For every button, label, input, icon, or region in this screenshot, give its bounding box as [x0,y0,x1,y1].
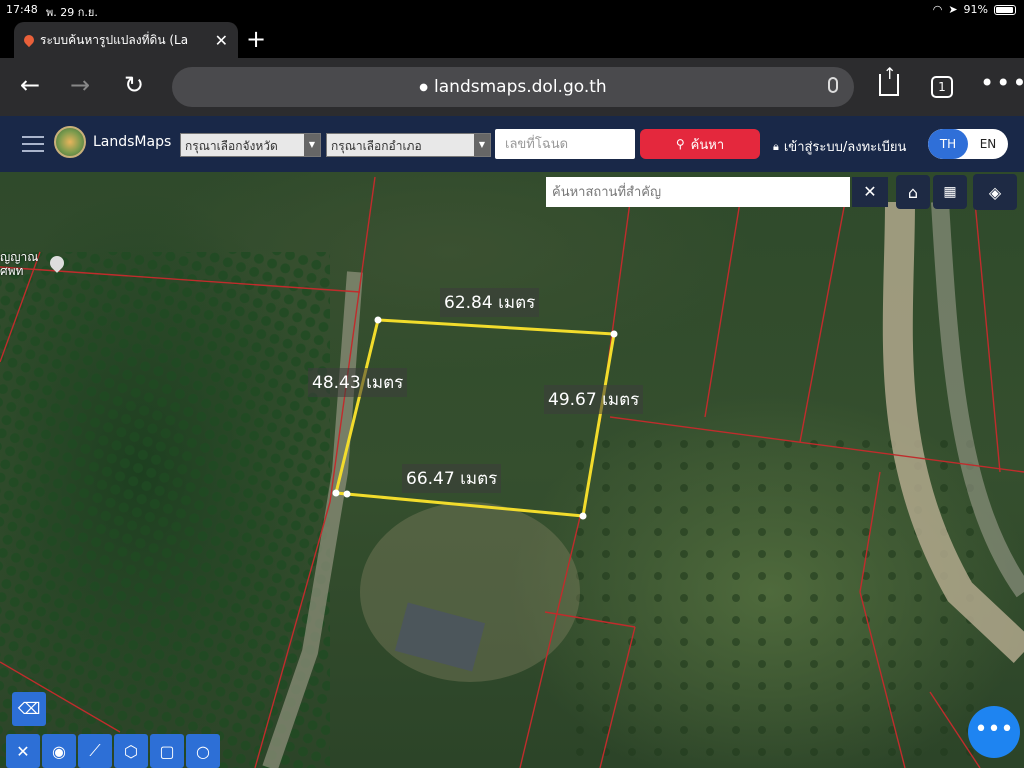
back-icon[interactable]: ← [20,70,40,100]
battery-percent: 91% [963,3,988,16]
location-icon: ➤ [948,3,958,16]
lock-icon: ● [419,81,429,93]
more-options-icon[interactable]: ••• [980,68,1024,98]
province-select[interactable]: กรุณาเลือกจังหวัด ▼ [180,133,321,157]
eraser-tool-icon[interactable]: ⌫ [12,692,46,726]
marker-tool-icon[interactable]: ◉ [42,734,76,768]
layers-icon[interactable]: ◈ [973,174,1017,210]
measure-bottom: 66.47 เมตร [402,464,502,493]
chevron-down-icon: ▼ [474,134,490,156]
parcel-vertex [374,316,382,324]
app-header: LandsMaps กรุณาเลือกจังหวัด ▼ กรุณาเลือก… [0,116,1024,172]
boundary-15 [974,201,1001,473]
measure-top: 62.84 เมตร [440,288,540,317]
clear-tool-icon[interactable]: ✕ [6,734,40,768]
parcel-vertex [343,490,351,498]
browser-toolbar: ← → ↻ ● landsmaps.dol.go.th 1 ••• [0,58,1024,116]
drawing-toolbar: ✕ ◉ ⟋ ⬡ ▢ ○ [6,734,220,768]
boundary-6 [704,201,741,418]
province-select-value: กรุณาเลือกจังหวัด [185,139,278,153]
date: พ. 29 ก.ย. [46,6,98,19]
reload-icon[interactable]: ↻ [124,70,144,100]
login-label: เข้าสู่ระบบ/ลงทะเบียน [783,140,907,155]
measure-right: 49.67 เมตร [544,385,644,414]
district-select[interactable]: กรุณาเลือกอำเภอ ▼ [326,133,491,157]
tab-title: ระบบค้นหารูปแปลงที่ดิน (La [40,32,189,47]
screen: 17:48 พ. 29 ก.ย. ◠ ➤ 91% ระบบค้นหารูปแปล… [0,0,1024,768]
clear-search-icon[interactable]: ✕ [852,177,888,207]
parcel-vertex [332,489,340,497]
lang-en[interactable]: EN [968,129,1008,159]
status-bar: 17:48 พ. 29 ก.ย. ◠ ➤ 91% [0,0,1024,20]
map-pin-icon [21,32,37,48]
poi-label: ญญาณ ศพท [0,250,38,278]
dol-logo [54,126,86,158]
circle-tool-icon[interactable]: ○ [186,734,220,768]
clock: 17:48 [6,3,38,16]
microphone-icon[interactable] [828,77,838,93]
url-text: landsmaps.dol.go.th [434,77,607,97]
poi-label-line1: ญญาณ [0,250,39,264]
measure-left: 48.43 เมตร [308,368,408,397]
satellite-map[interactable]: ✕ ⌂ ▦ ◈ ญญาณ ศพท 62.84 เมตร 48.43 เมตร 4… [0,172,1024,768]
status-right: ◠ ➤ 91% [933,3,1016,16]
line-tool-icon[interactable]: ⟋ [78,734,112,768]
home-icon[interactable]: ⌂ [896,175,930,209]
chevron-down-icon: ▼ [304,134,320,156]
close-tab-icon[interactable]: ✕ [215,31,228,50]
map-overlay [0,176,1024,768]
tab-strip: ระบบค้นหารูปแปลงที่ดิน (La ✕ + [0,20,1024,58]
rectangle-tool-icon[interactable]: ▢ [150,734,184,768]
boundary-3 [329,176,376,503]
wifi-icon: ◠ [932,3,943,16]
deed-number-input[interactable] [495,129,635,159]
forward-icon[interactable]: → [70,70,90,100]
new-tab-button[interactable]: + [246,26,266,52]
parcel-vertex [610,330,618,338]
place-search-input[interactable] [546,177,850,207]
grid-icon[interactable]: ▦ [933,175,967,209]
browser-tab[interactable]: ระบบค้นหารูปแปลงที่ดิน (La ✕ [14,22,238,58]
parcel-vertex [579,512,587,520]
search-button-label: ค้นหา [690,137,725,153]
lang-th[interactable]: TH [928,129,968,159]
boundary-7 [799,201,846,443]
tab-count-button[interactable]: 1 [931,76,953,98]
brand-name: LandsMaps [93,134,172,150]
lock-icon: 🔒︎ [773,139,779,153]
menu-icon[interactable] [22,136,44,157]
search-button[interactable]: ⚲ ค้นหา [640,129,760,159]
district-select-value: กรุณาเลือกอำเภอ [331,139,422,153]
poi-label-line2: ศพท [0,264,24,278]
share-icon[interactable] [879,64,899,96]
battery-icon [994,4,1016,15]
polygon-tool-icon[interactable]: ⬡ [114,734,148,768]
address-bar[interactable]: ● landsmaps.dol.go.th [172,67,854,107]
language-toggle[interactable]: TH EN [928,129,1008,159]
search-icon: ⚲ [675,137,685,151]
more-actions-button[interactable]: ••• [968,706,1020,758]
login-link[interactable]: 🔒︎ เข้าสู่ระบบ/ลงทะเบียน [773,136,906,157]
